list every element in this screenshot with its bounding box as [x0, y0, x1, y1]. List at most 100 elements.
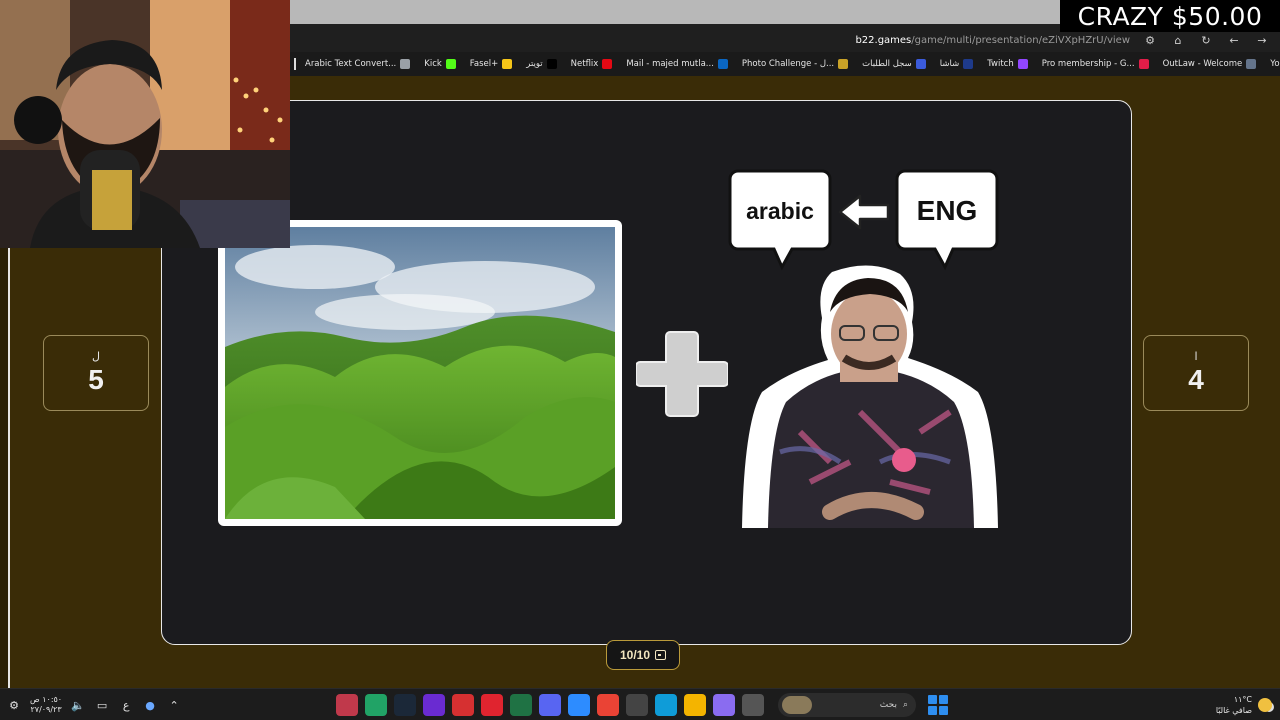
bookmark-favicon-icon	[445, 59, 456, 69]
bookmark-item[interactable]: شاشا	[933, 53, 980, 75]
store-icon[interactable]	[626, 694, 648, 716]
bookmark-favicon-icon	[1138, 59, 1149, 69]
bubble-eng-text: ENG	[916, 195, 978, 226]
bookmark-label: تويتر	[526, 59, 543, 69]
bookmark-favicon-icon	[717, 59, 728, 69]
bubble-eng: ENG	[895, 168, 999, 272]
bookmark-label: Netflix	[570, 59, 599, 69]
url-path: /game/multi/presentation/eZiVXpHZrU/view	[911, 34, 1130, 46]
reload-icon[interactable]: ↻	[1198, 32, 1214, 48]
team-right-points: 4	[1188, 364, 1204, 395]
arrow-left-icon	[838, 194, 890, 230]
team-right-score: ا 4	[1143, 335, 1249, 411]
network-icon[interactable]: ▭	[94, 699, 110, 712]
bookmark-favicon-icon	[400, 59, 411, 69]
team-left-letter: ل	[92, 350, 100, 363]
team-left-points: 5	[88, 364, 104, 395]
bubble-arabic: arabic	[728, 168, 832, 272]
address-bar[interactable]: b22.games/game/multi/presentation/eZiVXp…	[290, 30, 1280, 50]
bookmark-item[interactable]: Mail - majed mutla...	[619, 53, 735, 75]
window-icon[interactable]	[742, 694, 764, 716]
image-icon	[655, 650, 667, 660]
bookmark-item[interactable]: تويتر	[519, 53, 563, 75]
bookmark-label: Arabic Text Convert...	[305, 59, 397, 69]
bookmark-favicon-icon	[602, 59, 613, 69]
settings-icon[interactable]: ⚙	[6, 699, 22, 712]
bookmark-label: Pro membership - G...	[1041, 59, 1135, 69]
copilot-icon[interactable]	[713, 694, 735, 716]
bookmark-label: Fasel+	[469, 59, 499, 69]
team-left-score: ل 5	[43, 335, 149, 411]
person-sticker	[742, 265, 998, 528]
discord-icon[interactable]	[539, 694, 561, 716]
app-icon[interactable]	[336, 694, 358, 716]
url-text[interactable]: b22.games/game/multi/presentation/eZiVXp…	[855, 35, 1130, 46]
bookmark-item[interactable]: Arabic Text Convert...	[298, 53, 417, 75]
hills-image	[225, 227, 615, 519]
bookmark-favicon-icon	[1017, 59, 1028, 69]
edge-icon[interactable]	[655, 694, 677, 716]
question-counter[interactable]: 10/10	[606, 640, 680, 670]
search-box[interactable]: بحث ⌕	[778, 693, 916, 717]
bookmark-item[interactable]: Fasel+	[463, 53, 519, 75]
bookmark-favicon-icon	[838, 59, 849, 69]
team-right-letter: ا	[1194, 350, 1198, 363]
weather-temp: ١١°C	[1233, 695, 1252, 704]
zoom-icon[interactable]	[568, 694, 590, 716]
bookmark-label: Mail - majed mutla...	[626, 59, 714, 69]
bookmark-label: YouTube	[1270, 59, 1280, 69]
bookmark-label: شاشا	[939, 59, 960, 69]
bookmark-item[interactable]: OutLaw - Welcome	[1156, 53, 1264, 75]
bookmark-item[interactable]: سجل الطلبات	[855, 53, 933, 75]
bookmark-label: سجل الطلبات	[862, 59, 912, 69]
bookmark-label: OutLaw - Welcome	[1162, 59, 1243, 69]
bookmark-item[interactable]: Twitch	[980, 53, 1035, 75]
bookmark-item[interactable]: Netflix	[564, 53, 620, 75]
clock-date: ٢٧/٠٩/٢٣	[30, 705, 62, 714]
bookmark-favicon-icon	[963, 59, 974, 69]
excel-icon[interactable]	[510, 694, 532, 716]
clock-time: ١٠:٥٠ ص	[30, 695, 63, 704]
clock[interactable]: ١٠:٥٠ ص ٢٧/٠٩/٢٣	[30, 695, 62, 715]
explorer-icon[interactable]	[684, 694, 706, 716]
green-app-icon[interactable]	[365, 694, 387, 716]
microphone-icon[interactable]: ●	[142, 699, 158, 712]
bookmark-favicon-icon	[502, 59, 513, 69]
system-tray: ⚙ ١٠:٥٠ ص ٢٧/٠٩/٢٣ 🔈 ▭ ع ● ⌃	[6, 689, 182, 720]
weather-desc: صافي غالبًا	[1215, 706, 1252, 715]
bookmark-item[interactable]: Pro membership - G...	[1035, 53, 1156, 75]
weather-sun-icon	[1258, 698, 1272, 712]
plus-icon	[636, 331, 728, 417]
chevron-up-icon[interactable]: ⌃	[166, 699, 182, 712]
taskbar: ⚙ ١٠:٥٠ ص ٢٧/٠٩/٢٣ 🔈 ▭ ع ● ⌃ بحث ⌕ ١١°C …	[0, 688, 1280, 720]
purple-app-icon[interactable]	[423, 694, 445, 716]
search-placeholder: بحث	[879, 700, 897, 710]
bookmark-label: Photo Challenge - ل...	[741, 59, 835, 69]
back-icon[interactable]: →	[1254, 32, 1270, 48]
red-circle-icon[interactable]	[481, 694, 503, 716]
bookmark-favicon-icon	[546, 59, 557, 69]
search-icon: ⌕	[902, 700, 908, 710]
bookmark-favicon-icon	[915, 59, 926, 69]
start-icon[interactable]	[928, 695, 948, 715]
taskbar-apps	[336, 693, 764, 717]
steam-icon[interactable]	[394, 694, 416, 716]
bookmark-label: Twitch	[987, 59, 1014, 69]
bookmark-label: Kick	[424, 59, 442, 69]
bookmark-item[interactable]: Photo Challenge - ل...	[735, 53, 855, 75]
donation-overlay: CRAZY $50.00	[1060, 0, 1280, 32]
volume-icon[interactable]: 🔈	[70, 699, 86, 712]
tune-icon[interactable]: ⚙	[1142, 32, 1158, 48]
chrome-icon[interactable]	[597, 694, 619, 716]
search-highlight-image	[782, 696, 812, 714]
red-app-icon[interactable]	[452, 694, 474, 716]
weather-widget[interactable]: ١١°C صافي غالبًا	[1216, 691, 1272, 719]
language-indicator[interactable]: ع	[118, 699, 134, 712]
home-icon[interactable]: ⌂	[1170, 32, 1186, 48]
bookmark-item[interactable]: YouTube	[1263, 53, 1280, 75]
question-counter-text: 10/10	[619, 648, 651, 662]
bookmark-item[interactable]: Kick	[417, 53, 463, 75]
left-scroll-edge	[0, 248, 10, 688]
bookmarks-bar: Arabic Text Convert... Kick Fasel+ تويتر Net…	[288, 52, 1280, 76]
forward-icon[interactable]: ←	[1226, 32, 1242, 48]
